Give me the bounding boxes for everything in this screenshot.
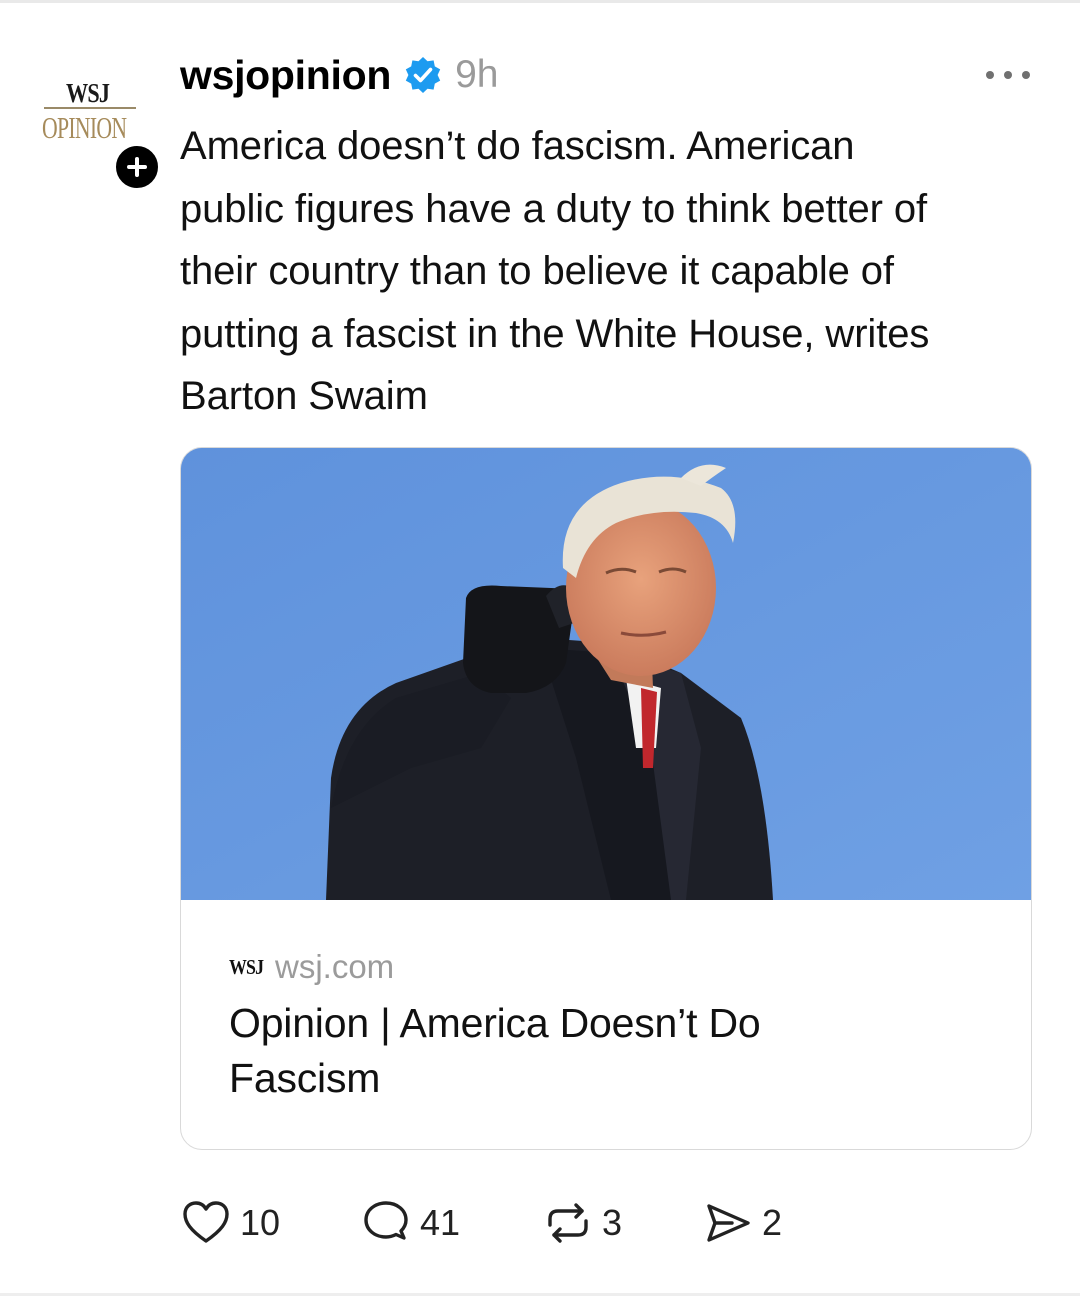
verified-badge-icon (403, 55, 443, 95)
more-dot (1022, 71, 1030, 79)
more-dot (1004, 71, 1012, 79)
post-text-line: their country than to believe it capable… (180, 249, 894, 293)
source-logo: WSJ (229, 954, 264, 979)
link-source: WSJ wsj.com (229, 948, 394, 986)
link-title-line: Fascism (229, 1055, 381, 1101)
source-domain: wsj.com (275, 948, 395, 985)
link-title: Opinion | America Doesn’t Do Fascism (229, 996, 989, 1106)
avatar-logo-wsj: WSJ (66, 78, 110, 108)
top-divider (0, 0, 1080, 3)
link-preview-card[interactable]: WSJ wsj.com Opinion | America Doesn’t Do… (180, 447, 1032, 1150)
post-header: wsjopinion 9h (180, 50, 498, 100)
share-count: 2 (762, 1202, 783, 1243)
article-photo (181, 448, 1031, 900)
like-button[interactable]: 10 (180, 1195, 360, 1251)
author-username[interactable]: wsjopinion (180, 52, 391, 99)
link-title-line: Opinion | America Doesn’t Do (229, 1000, 761, 1046)
reply-button[interactable]: 41 (360, 1195, 542, 1251)
repost-button[interactable]: 3 (542, 1195, 702, 1251)
avatar-logo-divider (44, 107, 136, 109)
repost-icon (548, 1203, 588, 1243)
post-text-line: putting a fascist in the White House, wr… (180, 311, 930, 356)
more-options-icon[interactable] (986, 70, 1030, 80)
post-timestamp: 9h (455, 53, 499, 96)
like-count: 10 (240, 1202, 281, 1243)
author-avatar[interactable]: WSJ OPINION (38, 70, 162, 192)
reply-count: 41 (420, 1202, 461, 1243)
post-text-line: public figures have a duty to think bett… (180, 186, 928, 231)
more-dot (986, 71, 994, 79)
bottom-divider (0, 1293, 1080, 1296)
post-actions: 10 41 3 2 (180, 1195, 782, 1251)
comment-icon (364, 1201, 408, 1240)
avatar-logo-opinion: OPINION (42, 110, 127, 145)
post-body: America doesn’t do fascism. American pub… (180, 115, 1050, 428)
heart-icon (183, 1201, 229, 1243)
repost-count: 3 (602, 1202, 623, 1243)
post-text-line: Barton Swaim (180, 374, 428, 418)
post-text-line: America doesn’t do fascism. American (180, 124, 855, 168)
follow-plus-icon[interactable] (112, 142, 162, 192)
share-button[interactable]: 2 (702, 1195, 782, 1251)
send-icon (707, 1204, 750, 1242)
